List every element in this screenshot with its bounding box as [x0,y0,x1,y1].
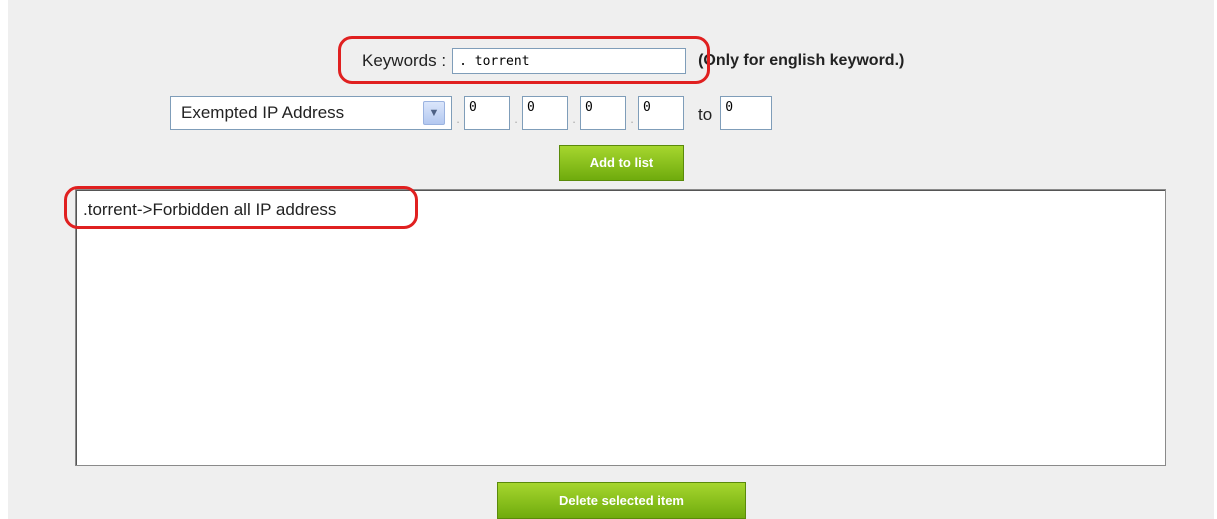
ip-type-select[interactable]: Exempted IP Address ▼ [170,96,452,130]
keyword-list-box[interactable]: .torrent->Forbidden all IP address [75,189,1166,466]
chevron-down-icon[interactable]: ▼ [423,101,445,125]
ip-type-select-value: Exempted IP Address [181,103,345,122]
keywords-highlight [338,36,710,84]
list-item-highlight [64,186,418,229]
ip-separator: . [630,110,634,126]
add-to-list-button[interactable]: Add to list [559,145,684,181]
ip-separator: . [572,110,576,126]
ip-range-end-input[interactable] [720,96,773,130]
ip-separator: . [514,110,518,126]
range-to-label: to [698,105,713,124]
ip-octet-3[interactable] [580,96,626,130]
ip-filter-row: Exempted IP Address ▼ . . . . to [170,95,773,131]
ip-octet-4[interactable] [638,96,684,130]
ip-octet-1[interactable] [464,96,510,130]
keywords-note: (Only for english keyword.) [698,52,905,69]
delete-selected-button[interactable]: Delete selected item [497,482,746,519]
ip-octet-2[interactable] [522,96,568,130]
ip-separator: . [456,110,460,126]
